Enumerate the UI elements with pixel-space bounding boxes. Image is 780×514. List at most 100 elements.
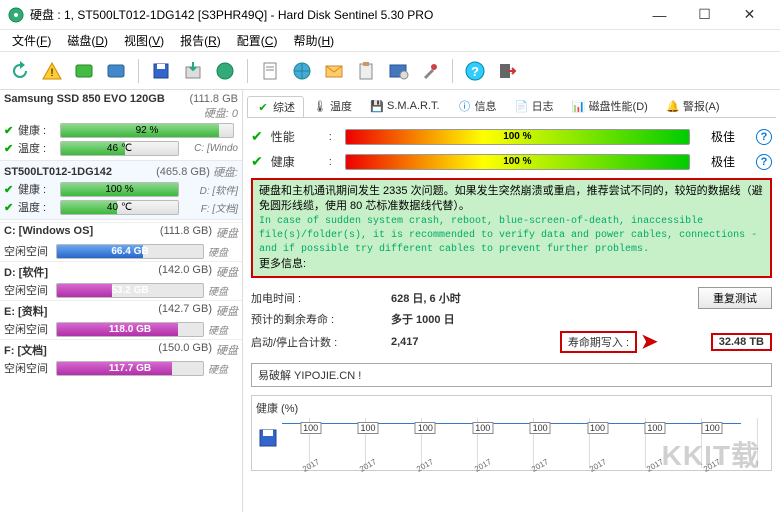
disk-label: 硬盘: [213, 164, 238, 180]
watermark: KKIT载 [662, 434, 760, 474]
toolbar: ! ? [0, 52, 780, 90]
disk-icon: 💾 [370, 99, 384, 113]
tools-icon[interactable] [416, 57, 444, 85]
write-value: 32.48 TB [719, 336, 764, 348]
volume-f[interactable]: F: [文档](150.0 GB)硬盘 空闲空间117.7 GB硬盘 [0, 339, 242, 378]
disk-entry-0[interactable]: Samsung SSD 850 EVO 120GB (111.8 GB 硬盘: … [0, 90, 242, 161]
maximize-button[interactable]: ☐ [682, 0, 727, 30]
svg-text:?: ? [471, 64, 479, 79]
tab-log[interactable]: 📄日志 [506, 95, 563, 116]
perf-status: 极佳 [698, 128, 748, 145]
perf-icon: 📊 [572, 99, 586, 113]
save-chart-icon[interactable] [258, 428, 278, 448]
exit-icon[interactable] [493, 57, 521, 85]
disk-label: 硬盘: 0 [204, 105, 238, 121]
tab-alert[interactable]: 🔔警报(A) [657, 95, 729, 116]
arrow-icon: ➤ [641, 329, 658, 354]
write-label: 寿命期写入 : [568, 334, 629, 350]
titlebar: 硬盘 : 1, ST500LT012-1DG142 [S3PHR49Q] - H… [0, 0, 780, 30]
tab-info[interactable]: ⓘ信息 [449, 95, 506, 116]
health-label: 健康 : [18, 181, 60, 197]
lifetime-write-value-box: 32.48 TB [711, 333, 772, 351]
disk-green-icon[interactable] [70, 57, 98, 85]
health-bar: 100 % [345, 154, 690, 170]
menu-help[interactable]: 帮助(H) [285, 30, 342, 51]
menu-config[interactable]: 配置(C) [229, 30, 286, 51]
test-icon[interactable] [211, 57, 239, 85]
save-icon[interactable] [147, 57, 175, 85]
drive-letter: F: [文档] [183, 200, 238, 215]
check-icon: ✔ [256, 100, 270, 114]
temp-bar: 40 ℃ [60, 200, 179, 215]
menu-report[interactable]: 报告(R) [172, 30, 229, 51]
check-icon: ✔ [4, 142, 18, 155]
menubar: 文件(F) 磁盘(D) 视图(V) 报告(R) 配置(C) 帮助(H) [0, 30, 780, 52]
sidebar: Samsung SSD 850 EVO 120GB (111.8 GB 硬盘: … [0, 90, 243, 512]
disk-name: ST500LT012-1DG142 [4, 166, 156, 178]
check-icon: ✔ [251, 153, 263, 170]
health-status: 极佳 [698, 153, 748, 170]
uptime-label: 加电时间 : [251, 290, 391, 306]
clipboard-icon[interactable] [352, 57, 380, 85]
health-bar: 92 % [60, 123, 234, 138]
volume-c[interactable]: C: [Windows OS](111.8 GB)硬盘 空闲空间66.4 GB硬… [0, 222, 242, 261]
temp-label: 温度 : [18, 140, 60, 156]
disk-blue-icon[interactable] [102, 57, 130, 85]
help-icon[interactable]: ? [756, 129, 772, 145]
menu-file[interactable]: 文件(F) [4, 30, 59, 51]
perf-bar: 100 % [345, 129, 690, 145]
cycles-label: 启动/停止合计数 : [251, 334, 391, 350]
disk-size: (111.8 GB [189, 93, 238, 105]
description-field[interactable]: 易破解 YIPOJIE.CN ! [251, 363, 772, 387]
minimize-button[interactable]: — [637, 0, 682, 30]
chart-title: 健康 (%) [254, 398, 769, 418]
volume-d[interactable]: D: [软件](142.0 GB)硬盘 空闲空间53.2 GB硬盘 [0, 261, 242, 300]
retest-button[interactable]: 重复测试 [698, 287, 772, 309]
uptime-value: 628 日, 6 小时 [391, 290, 511, 306]
message-more: 更多信息: [259, 257, 764, 272]
check-icon: ✔ [4, 183, 18, 196]
settings-icon[interactable] [384, 57, 412, 85]
tab-smart[interactable]: 💾S.M.A.R.T. [361, 96, 449, 115]
menu-view[interactable]: 视图(V) [116, 30, 172, 51]
app-icon [8, 7, 24, 23]
refresh-icon[interactable] [6, 57, 34, 85]
free-bar: 66.4 GB [56, 244, 204, 259]
help-icon[interactable]: ? [756, 154, 772, 170]
mail-icon[interactable] [320, 57, 348, 85]
life-value: 多于 1000 日 [391, 311, 511, 327]
message-box: 硬盘和主机通讯期间发生 2335 次问题。如果发生突然崩溃或重启，推荐尝试不同的… [251, 178, 772, 278]
volumes-section: C: [Windows OS](111.8 GB)硬盘 空闲空间66.4 GB硬… [0, 220, 242, 512]
check-icon: ✔ [4, 201, 18, 214]
disk-size: (465.8 GB) [156, 166, 210, 178]
tab-overview[interactable]: ✔综述 [247, 96, 304, 117]
warning-icon[interactable]: ! [38, 57, 66, 85]
temp-label: 温度 : [18, 199, 60, 215]
health-bar: 100 % [60, 182, 179, 197]
cycles-value: 2,417 [391, 336, 511, 348]
close-button[interactable]: ✕ [727, 0, 772, 30]
report-icon[interactable] [256, 57, 284, 85]
help-icon[interactable]: ? [461, 57, 489, 85]
menu-disk[interactable]: 磁盘(D) [59, 30, 116, 51]
free-bar: 53.2 GB [56, 283, 204, 298]
window-title: 硬盘 : 1, ST500LT012-1DG142 [S3PHR49Q] - H… [30, 6, 637, 23]
message-cn: 硬盘和主机通讯期间发生 2335 次问题。如果发生突然崩溃或重启，推荐尝试不同的… [259, 184, 764, 215]
info-section: 加电时间 : 628 日, 6 小时 重复测试 预计的剩余寿命 : 多于 100… [249, 282, 774, 359]
message-en: In case of sudden system crash, reboot, … [259, 215, 764, 257]
globe-icon[interactable] [288, 57, 316, 85]
disk-entry-1[interactable]: ST500LT012-1DG142 (465.8 GB) 硬盘: ✔ 健康 : … [0, 161, 242, 220]
temp-bar: 46 ℃ [60, 141, 179, 156]
export-icon[interactable] [179, 57, 207, 85]
tab-temp[interactable]: 🌡温度 [304, 95, 361, 116]
svg-text:!: ! [50, 67, 53, 79]
check-icon: ✔ [251, 128, 263, 145]
tab-bar: ✔综述 🌡温度 💾S.M.A.R.T. ⓘ信息 📄日志 📊磁盘性能(D) 🔔警报… [247, 94, 776, 118]
health-meter: ✔ 健康: 100 % 极佳 ? [249, 149, 774, 174]
info-icon: ⓘ [458, 99, 472, 113]
alert-icon: 🔔 [666, 99, 680, 113]
tab-perf[interactable]: 📊磁盘性能(D) [563, 95, 657, 116]
check-icon: ✔ [4, 124, 18, 137]
free-bar: 117.7 GB [56, 361, 204, 376]
volume-e[interactable]: E: [资料](142.7 GB)硬盘 空闲空间118.0 GB硬盘 [0, 300, 242, 339]
